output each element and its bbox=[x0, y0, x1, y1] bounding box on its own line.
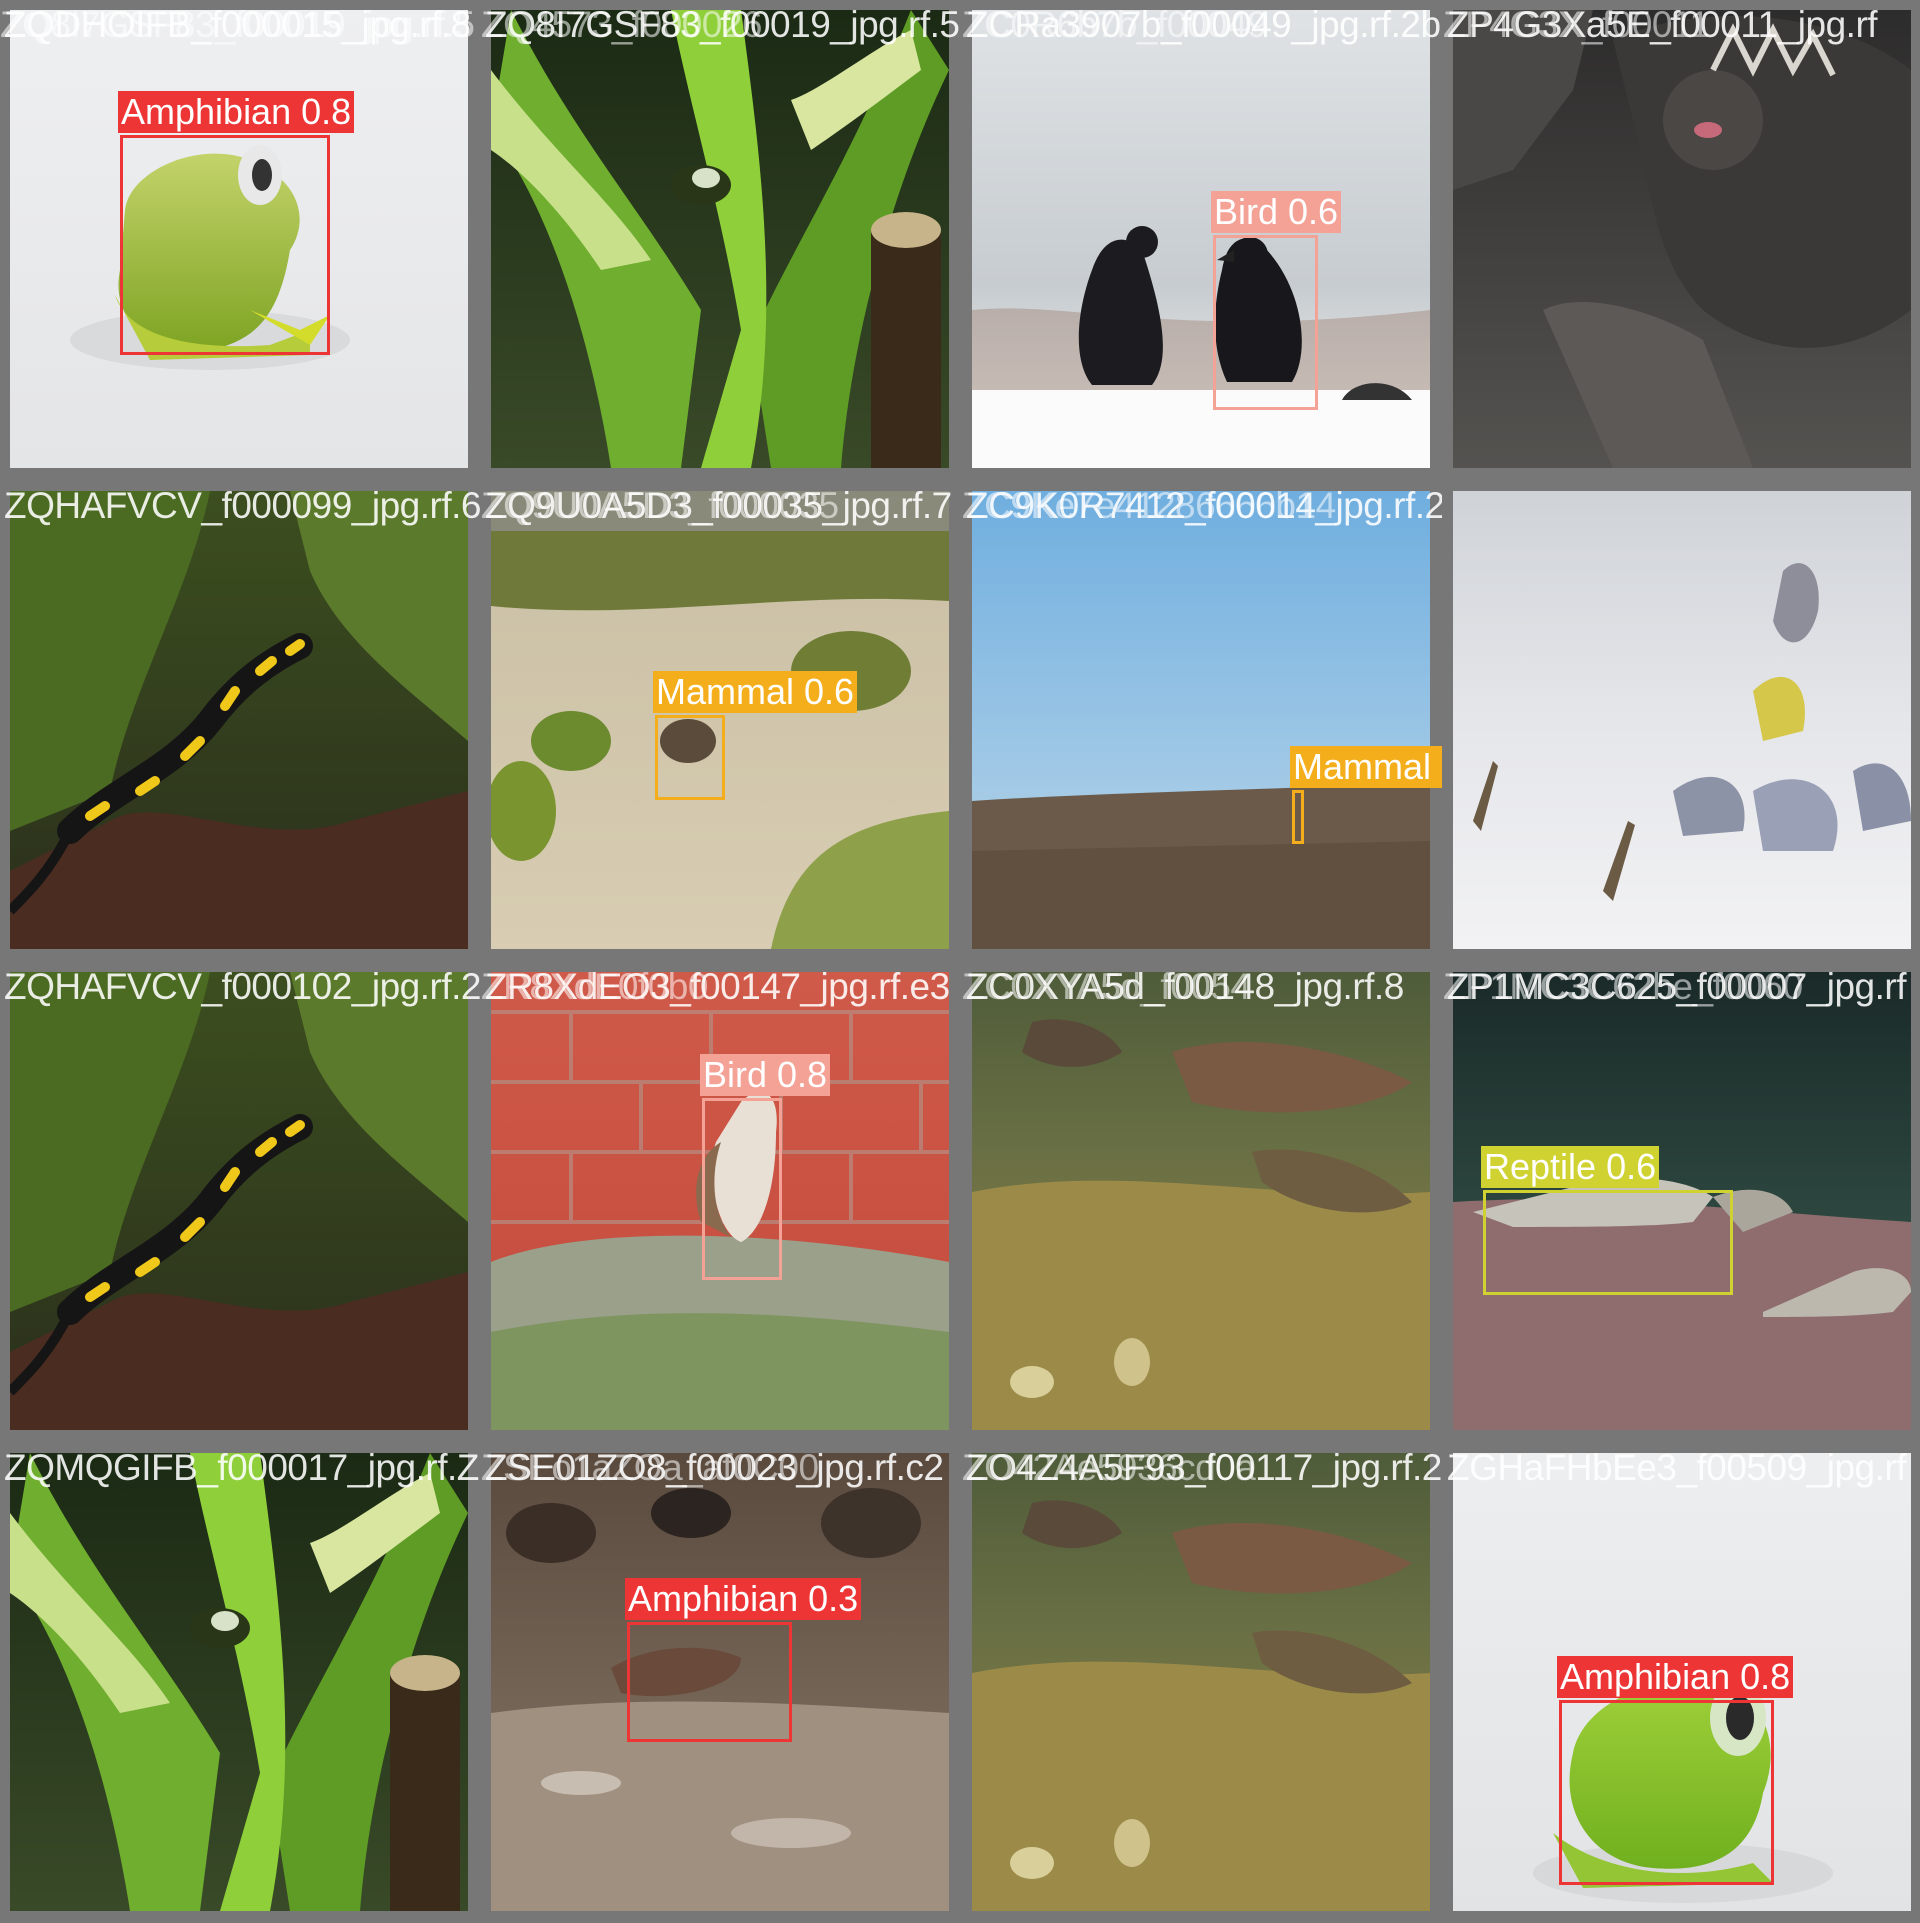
mosaic-tile: Mammal 0.3ZC9Ke7e41286666b14ZC9K0R7412_f… bbox=[962, 481, 1442, 961]
mosaic-tile: ZO42Ae5936cd0a ZO4Z4A5F93_f00117_jpg.rf.2 bbox=[962, 1443, 1442, 1923]
tile-image bbox=[972, 972, 1430, 1430]
detection-box bbox=[1559, 1700, 1774, 1885]
detection-box bbox=[655, 715, 725, 800]
detection-box bbox=[120, 135, 330, 355]
mosaic-tile: Amphibian 0.3 ZSEo1aZOa_af0C00 ZSE01ZO8_f0… bbox=[481, 1443, 961, 1923]
detection-box bbox=[1292, 790, 1304, 844]
tile-image bbox=[10, 1453, 468, 1911]
mosaic-tile: ZQMQGIFB_f000017_jpg.rf.Z bbox=[0, 1443, 480, 1923]
mosaic-tile bbox=[1443, 481, 1920, 961]
tile-image bbox=[972, 1453, 1430, 1911]
tile-image bbox=[1453, 491, 1911, 949]
mosaic-tile: ZQHAFVCV_f000102_jpg.rf.2 bbox=[0, 962, 480, 1442]
detection-label: Amphibian 0.8 bbox=[118, 91, 355, 133]
tile-image bbox=[491, 10, 949, 468]
detection-label: Reptile 0.6 bbox=[1481, 1146, 1660, 1188]
mosaic-tile: Amphibian 0.8 ZGHaFHbEe3_f00509_jpg.rf bbox=[1443, 1443, 1920, 1923]
mosaic-tile: ZC0XYA5d_f0054 ZC0XYA5d_f00148_jpg.rf.8 bbox=[962, 962, 1442, 1442]
detection-label: Mammal 0.6 bbox=[653, 671, 858, 713]
mosaic-tile: Bird 0.6 ZC0R6b7b_f00049 ZCRa3907b_f00049_… bbox=[962, 0, 1442, 480]
detection-box bbox=[627, 1622, 792, 1742]
mosaic-tile: Reptile 0.6 ZP1MC3C62be_f0060 ZP1MC3C625_f… bbox=[1443, 962, 1920, 1442]
mosaic-tile: ZQHAFVCV_f000099_jpg.rf.6 bbox=[0, 481, 480, 961]
detection-label: Mammal 0.3 bbox=[1290, 746, 1442, 788]
detection-label: Bird 0.6 bbox=[1211, 191, 1342, 233]
mosaic-tile: Mammal 0.6 ZQ9U0A5D3_f000035 ZQ9U0A5D3_f00… bbox=[481, 481, 961, 961]
tile-image bbox=[972, 491, 1430, 949]
tile-image bbox=[10, 491, 468, 949]
mosaic-tile: ZP4G3X_f00011 ZP4G3Xa5E_f00011_jpg.rf bbox=[1443, 0, 1920, 480]
detection-box bbox=[1213, 235, 1318, 410]
tile-image bbox=[10, 972, 468, 1430]
mosaic-tile: Bird 0.8 ZR8XdE0f0b0 ZR8XdEO3_f00147_jpg.r… bbox=[481, 962, 961, 1442]
detection-box bbox=[702, 1098, 782, 1280]
mosaic-tile: ZQ4573_f000026 ZQ8I7GSF83_f00019_jpg.rf.5 bbox=[481, 0, 961, 480]
tile-image bbox=[972, 10, 1430, 468]
detection-box bbox=[1483, 1190, 1733, 1295]
detection-label: Bird 0.8 bbox=[700, 1054, 831, 1096]
mosaic-tile: Amphibian 0.8 ZQ8I7GSF83_f00019_jpg.rf.5 Z… bbox=[0, 0, 480, 480]
tile-image bbox=[1453, 10, 1911, 468]
detection-label: Amphibian 0.3 bbox=[625, 1578, 862, 1620]
detection-mosaic: Amphibian 0.8 ZQ8I7GSF83_f00019_jpg.rf.5 Z… bbox=[0, 0, 1920, 1923]
detection-label: Amphibian 0.8 bbox=[1557, 1656, 1794, 1698]
